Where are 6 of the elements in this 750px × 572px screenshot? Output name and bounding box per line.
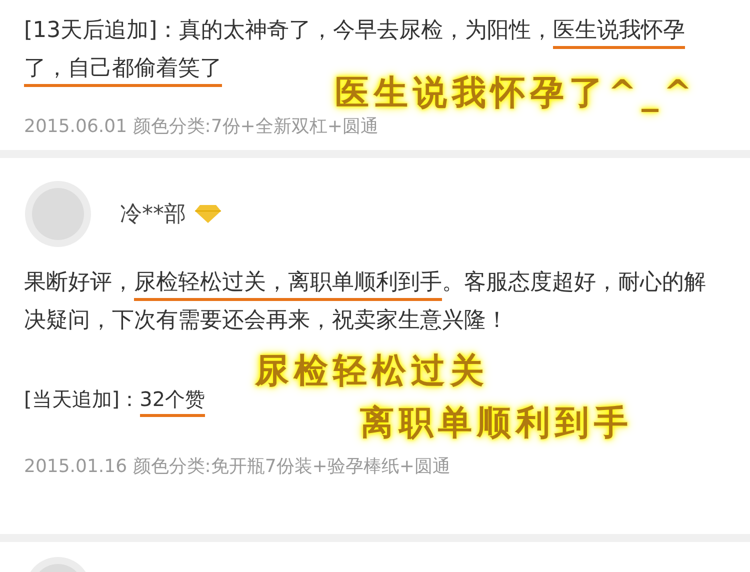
- review-text: 果断好评，尿检轻松过关，离职单顺利到手。客服态度超好，耐心的解决疑问，下次有需要还会再来，祝卖家生意兴隆！: [24, 269, 707, 335]
- review-meta: 2015.01.16 颜色分类:免开瓶7份装+验孕棒纸+圆通: [24, 455, 452, 478]
- user-name: 冷**部: [120, 201, 186, 229]
- annotation-caption: 离职单顺利到手: [360, 402, 633, 445]
- review-meta: 2015.06.01 颜色分类:7份+全新双杠+圆通: [24, 115, 380, 138]
- avatar: [24, 180, 92, 248]
